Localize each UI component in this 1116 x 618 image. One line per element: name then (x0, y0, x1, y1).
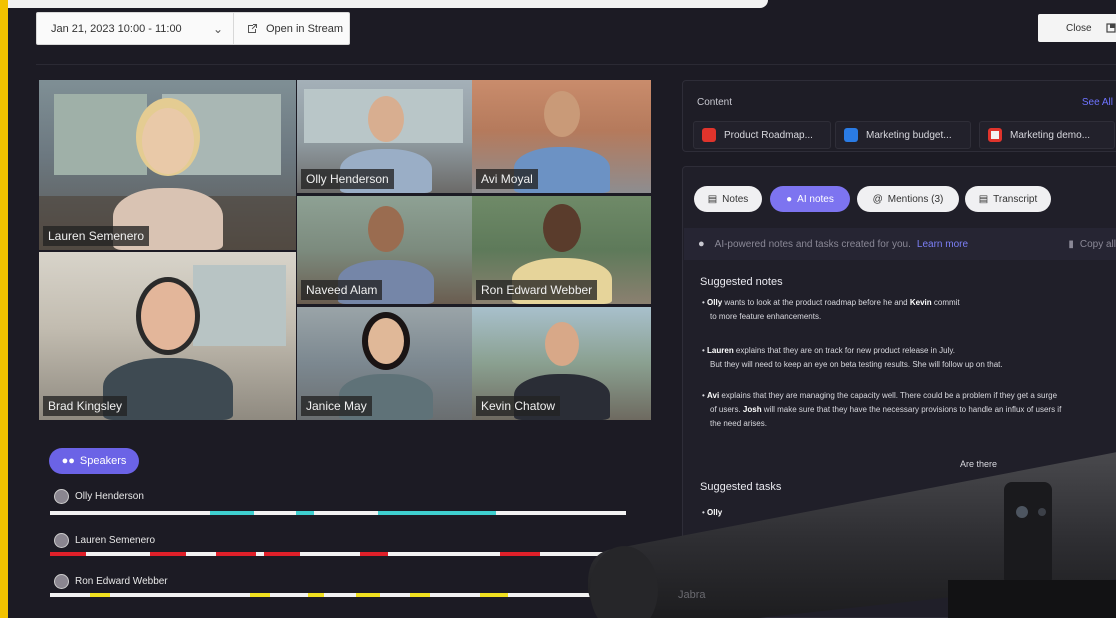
video-tile[interactable]: Naveed Alam (297, 196, 474, 304)
speaker-row-label: Ron Edward Webber (54, 574, 168, 589)
close-label: Close (1066, 22, 1092, 34)
window-edge (8, 0, 768, 8)
participant-name: Avi Moyal (476, 169, 538, 189)
video-tile[interactable]: Janice May (297, 307, 474, 420)
tab-notes[interactable]: ▤ Notes (694, 186, 762, 212)
participant-name: Naveed Alam (301, 280, 383, 300)
open-external-icon (248, 23, 257, 33)
ai-info-bar: ● AI-powered notes and tasks created for… (684, 228, 1116, 260)
avatar (54, 533, 69, 548)
notes-icon: ▤ (707, 193, 718, 205)
tab-mentions[interactable]: @ Mentions (3) (857, 186, 959, 212)
participant-name: Lauren Semenero (43, 226, 150, 246)
file-marketing-demo[interactable]: Marketing demo... (979, 121, 1115, 149)
speaker-timeline[interactable] (50, 552, 626, 556)
meeting-recap-screen: Jan 21, 2023 10:00 - 11:00 ⌄ Open in Str… (8, 0, 1116, 618)
open-in-stream-label: Open in Stream (266, 22, 344, 35)
content-card: Content See All Product Roadmap... Marke… (682, 80, 1116, 152)
speaker-row-label: Olly Henderson (54, 489, 144, 504)
pdf-icon (702, 128, 716, 142)
transcript-icon: ▤ (978, 193, 989, 205)
avatar (54, 574, 69, 589)
video-tile[interactable]: Kevin Chatow (472, 307, 651, 420)
video-tile[interactable]: Ron Edward Webber (472, 196, 651, 304)
speaker-timeline[interactable] (50, 511, 626, 515)
note-item: • Avi explains that they are managing th… (702, 391, 1062, 428)
copy-all-button[interactable]: ▮ Copy all (1068, 239, 1116, 250)
avatar (54, 489, 69, 504)
participant-name: Brad Kingsley (43, 396, 128, 416)
bulb-icon: ● (786, 193, 793, 205)
popout-icon (1105, 23, 1116, 33)
note-item: • Olly wants to look at the product road… (702, 298, 960, 321)
participant-name: Ron Edward Webber (476, 280, 598, 300)
bulb-icon: ● (698, 238, 705, 250)
date-range-label: Jan 21, 2023 10:00 - 11:00 (51, 22, 182, 35)
people-icon: ●● (61, 455, 75, 467)
task-item: • Olly (702, 508, 723, 517)
note-item: • Lauren explains that they are on track… (702, 346, 1003, 369)
speakers-button[interactable]: ●● Speakers (49, 448, 139, 474)
speaker-timeline[interactable] (50, 593, 626, 597)
note-trailing: Are there (960, 459, 998, 469)
participant-name: Janice May (301, 396, 372, 416)
copy-icon: ▮ (1068, 238, 1074, 250)
at-icon: @ (872, 193, 883, 205)
participant-name: Kevin Chatow (476, 396, 561, 416)
file-marketing-budget[interactable]: Marketing budget... (835, 121, 971, 149)
suggested-tasks-title: Suggested tasks (700, 481, 782, 493)
speaker-row-label: Lauren Semenero (54, 533, 155, 548)
video-icon (988, 128, 1002, 142)
suggested-notes-title: Suggested notes (700, 276, 783, 288)
video-tile[interactable]: Brad Kingsley (39, 252, 296, 420)
video-tile[interactable]: Lauren Semenero (39, 80, 296, 250)
learn-more-link[interactable]: Learn more (917, 239, 968, 250)
tab-transcript[interactable]: ▤ Transcript (965, 186, 1051, 212)
file-product-roadmap[interactable]: Product Roadmap... (693, 121, 831, 149)
speakers-label: Speakers (79, 455, 127, 467)
participant-name: Olly Henderson (301, 169, 394, 189)
tab-ai-notes[interactable]: ● AI notes (770, 186, 850, 212)
open-in-stream-button[interactable]: Open in Stream (234, 23, 343, 35)
video-tile[interactable]: Avi Moyal (472, 80, 651, 193)
content-label: Content (697, 97, 733, 108)
word-icon (844, 128, 858, 142)
chevron-down-icon[interactable]: ⌄ (213, 22, 233, 36)
see-all-link[interactable]: See All (1082, 97, 1113, 108)
header-divider (36, 64, 1116, 65)
close-button[interactable]: Close (1038, 14, 1116, 42)
date-range-selector[interactable]: Jan 21, 2023 10:00 - 11:00 ⌄ Open in Str… (36, 12, 350, 45)
video-tile[interactable]: Olly Henderson (297, 80, 474, 193)
